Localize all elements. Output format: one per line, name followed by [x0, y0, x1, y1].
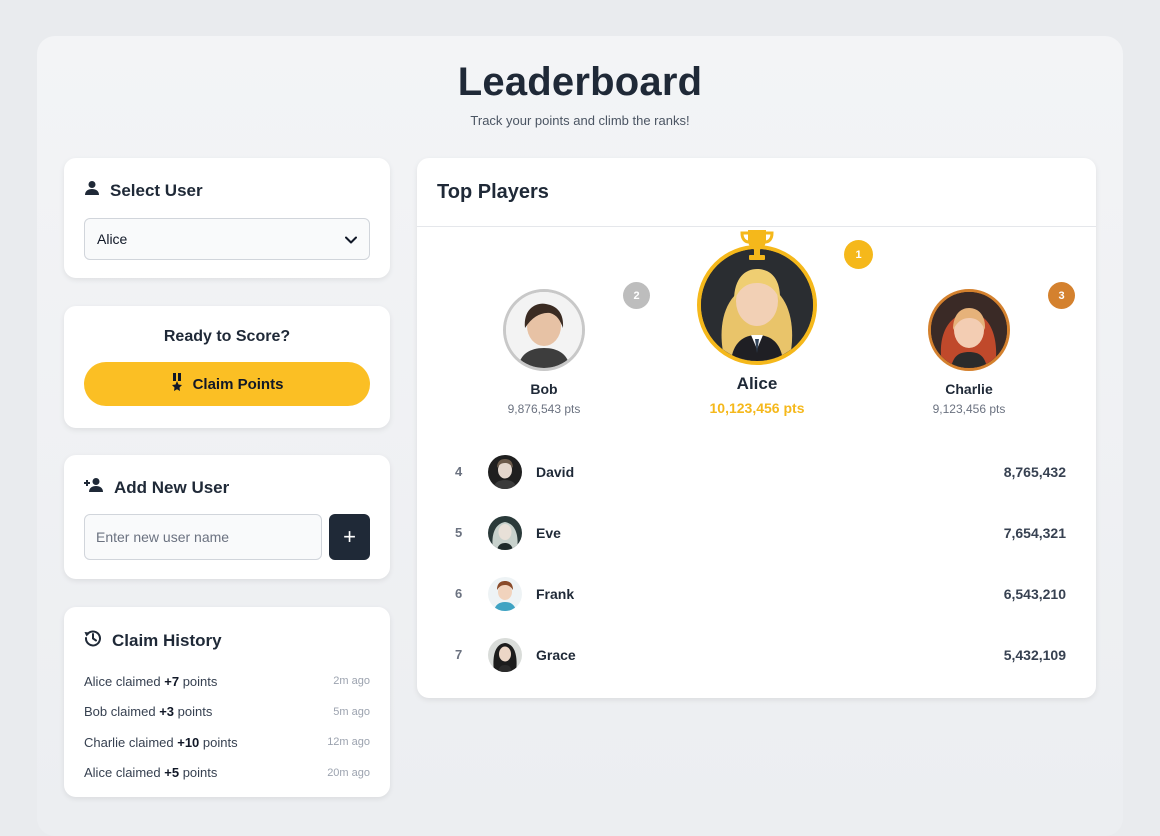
list-score: 7,654,321	[1003, 524, 1066, 541]
history-item: Alice claimed +5 points 20m ago	[84, 758, 370, 789]
claim-history-list: Alice claimed +7 points 2m ago Bob claim…	[84, 666, 370, 788]
list-name: Grace	[536, 646, 576, 663]
claim-title: Ready to Score?	[163, 328, 291, 345]
avatar	[488, 637, 522, 672]
list-name: Frank	[536, 585, 575, 602]
avatar	[488, 515, 522, 550]
claim-card: Ready to Score? Claim Points	[64, 306, 390, 428]
top-players-title: Top Players	[417, 158, 1096, 227]
list-name: Eve	[536, 524, 561, 541]
history-user: Charlie	[84, 734, 126, 750]
podium-name: Alice	[736, 374, 778, 393]
history-verb: claimed	[128, 734, 174, 750]
history-user: Alice	[84, 673, 113, 689]
history-points: +7	[164, 673, 180, 689]
history-text: Bob claimed +3 points	[84, 704, 212, 719]
chevron-down-icon	[345, 231, 357, 247]
top-players-card: Top Players Bob 9,876,543 pts 2 Alice 10…	[417, 158, 1096, 698]
page-header: Leaderboard Track your points and climb …	[37, 60, 1123, 128]
page-title: Leaderboard	[457, 60, 703, 104]
history-suffix: points	[182, 765, 218, 781]
list-rank: 4	[455, 464, 463, 479]
list-item[interactable]: 4 David 8,765,432	[417, 441, 1096, 502]
claim-history-card: Claim History Alice claimed +7 points 2m…	[64, 607, 390, 797]
rank-badge: 3	[1048, 282, 1075, 309]
history-verb: claimed	[115, 765, 161, 781]
list-score: 5,432,109	[1003, 646, 1066, 663]
medal-icon	[171, 373, 183, 395]
history-points: +10	[177, 734, 200, 750]
history-time: 12m ago	[327, 736, 370, 749]
history-points: +5	[164, 765, 180, 781]
history-points: +3	[159, 704, 175, 720]
history-time: 5m ago	[333, 705, 370, 718]
app-container: Leaderboard Track your points and climb …	[37, 36, 1123, 836]
list-name: David	[536, 463, 575, 480]
list-rank: 6	[455, 586, 463, 601]
podium-first[interactable]: Alice 10,123,456 pts	[687, 227, 827, 416]
history-item: Bob claimed +3 points 5m ago	[84, 697, 370, 728]
user-select[interactable]: Alice	[84, 218, 370, 260]
rank-badge: 1	[844, 240, 873, 269]
history-time: 2m ago	[333, 675, 370, 688]
list-item[interactable]: 7 Grace 5,432,109	[417, 624, 1096, 685]
history-verb: claimed	[110, 704, 156, 720]
add-user-icon	[84, 477, 104, 498]
claim-history-header: Claim History	[84, 629, 370, 652]
history-item: Alice claimed +7 points 2m ago	[84, 666, 370, 697]
new-user-input[interactable]	[84, 514, 322, 560]
list-item[interactable]: 5 Eve 7,654,321	[417, 502, 1096, 563]
list-score: 8,765,432	[1003, 463, 1066, 480]
podium-third[interactable]: Charlie 9,123,456 pts	[914, 289, 1024, 416]
history-item: Charlie claimed +10 points 12m ago	[84, 727, 370, 758]
add-user-button[interactable]: +	[329, 514, 370, 560]
select-user-header: Select User	[84, 180, 370, 201]
user-icon	[84, 180, 100, 201]
list-rank: 7	[455, 647, 463, 662]
list-item[interactable]: 6 Frank 6,543,210	[417, 563, 1096, 624]
ranking-list: 4 David 8,765,432 5 Eve 7,654,321 6 Fran…	[417, 441, 1096, 685]
podium-name: Bob	[530, 381, 558, 397]
add-user-title: Add New User	[114, 477, 230, 497]
podium: Bob 9,876,543 pts 2 Alice 10,123,456 pts…	[417, 227, 1096, 427]
claim-points-label: Claim Points	[192, 375, 284, 393]
podium-points: 10,123,456 pts	[709, 400, 805, 416]
history-suffix: points	[202, 734, 238, 750]
history-user: Bob	[84, 704, 108, 720]
claim-points-button[interactable]: Claim Points	[84, 362, 370, 406]
history-user: Alice	[84, 765, 113, 781]
add-user-row: +	[84, 514, 370, 560]
podium-points: 9,876,543 pts	[507, 402, 581, 416]
history-suffix: points	[177, 704, 213, 720]
podium-second[interactable]: Bob 9,876,543 pts	[491, 289, 597, 416]
avatar	[928, 289, 1010, 371]
podium-points: 9,123,456 pts	[932, 402, 1006, 416]
history-icon	[84, 629, 102, 652]
history-time: 20m ago	[327, 766, 370, 779]
history-suffix: points	[182, 673, 218, 689]
add-user-card: Add New User +	[64, 455, 390, 579]
user-select-value: Alice	[97, 231, 128, 247]
avatar	[488, 576, 522, 611]
rank-badge: 2	[623, 282, 650, 309]
select-user-card: Select User Alice	[64, 158, 390, 278]
history-text: Alice claimed +7 points	[84, 674, 217, 689]
history-verb: claimed	[115, 673, 161, 689]
claim-history-title: Claim History	[112, 630, 222, 650]
history-text: Alice claimed +5 points	[84, 765, 217, 780]
avatar	[503, 289, 585, 371]
add-user-header: Add New User	[84, 477, 370, 498]
history-text: Charlie claimed +10 points	[84, 735, 238, 750]
page-subtitle: Track your points and climb the ranks!	[470, 113, 690, 128]
trophy-icon	[740, 229, 774, 266]
avatar	[488, 454, 522, 489]
select-user-title: Select User	[110, 180, 203, 200]
list-score: 6,543,210	[1003, 585, 1066, 602]
podium-name: Charlie	[945, 381, 993, 397]
list-rank: 5	[455, 525, 463, 540]
